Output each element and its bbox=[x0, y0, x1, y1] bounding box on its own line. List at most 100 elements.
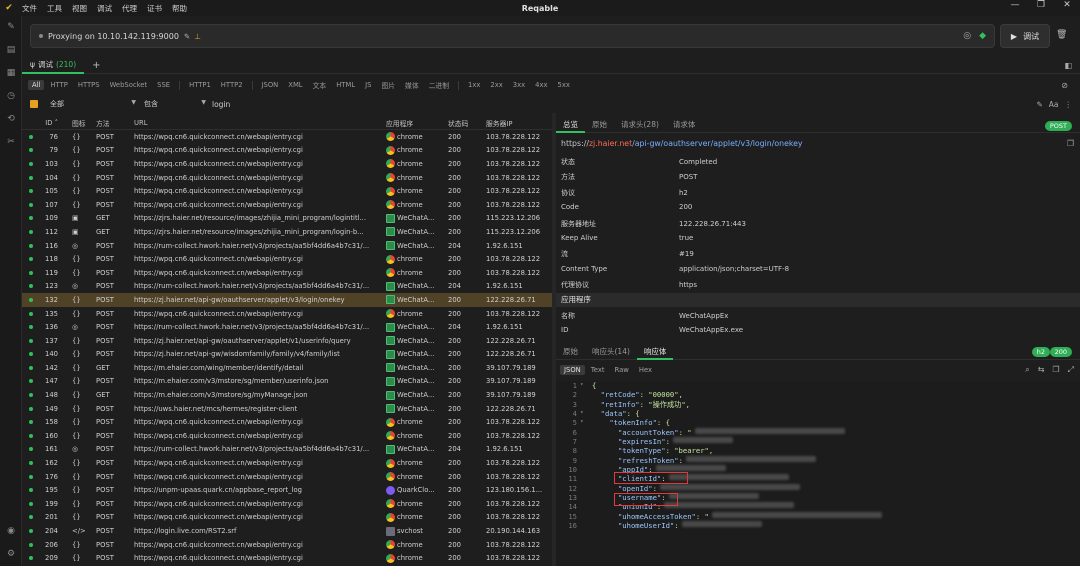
tab-response-headers[interactable]: 响应头(14) bbox=[585, 344, 637, 360]
edit-icon[interactable]: ✎ bbox=[184, 32, 190, 41]
table-row[interactable]: 160 {} POST https://wpq.cn6.quickconnect.cn… bbox=[22, 429, 552, 443]
fold-icon[interactable] bbox=[580, 390, 592, 399]
fold-icon[interactable]: ▾ bbox=[580, 409, 592, 418]
menu-view[interactable]: 视图 bbox=[72, 3, 87, 14]
fold-icon[interactable] bbox=[580, 446, 592, 455]
filter-html[interactable]: HTML bbox=[332, 80, 359, 90]
table-row[interactable]: 76 {} POST https://wpq.cn6.quickconnect.cn/… bbox=[22, 130, 552, 144]
table-row[interactable]: 136 ◎ POST https://rum-collect.hwork.haier.… bbox=[22, 320, 552, 334]
tab-response-raw[interactable]: 原始 bbox=[556, 344, 585, 360]
table-row[interactable]: 116 ◎ POST https://rum-collect.hwork.haier.… bbox=[22, 239, 552, 253]
table-row[interactable]: 112 ▣ GET https://zjrs.haier.net/resource/i… bbox=[22, 225, 552, 239]
split-view-icon[interactable]: ◧ bbox=[1064, 61, 1072, 70]
filter-websocket[interactable]: WebSocket bbox=[106, 80, 152, 90]
scope-select[interactable]: 全部 ▼ bbox=[50, 99, 136, 109]
tab-overview[interactable]: 总览 bbox=[556, 117, 585, 133]
table-row[interactable]: 209 {} POST https://wpq.cn6.quickconnect.cn… bbox=[22, 551, 552, 565]
filter-http1[interactable]: HTTP1 bbox=[185, 80, 215, 90]
request-url[interactable]: https://zj.haier.net/api-gw/oauthserver/… bbox=[561, 139, 803, 148]
table-row[interactable]: 119 {} POST https://wpq.cn6.quickconnect.cn… bbox=[22, 266, 552, 280]
table-row[interactable]: 148 {} GET https://m.ehaier.com/v3/mstore/s… bbox=[22, 388, 552, 402]
filter-sse[interactable]: SSE bbox=[153, 80, 174, 90]
format-raw[interactable]: Raw bbox=[611, 365, 633, 375]
clear-filter-icon[interactable]: ⊘ bbox=[1057, 80, 1072, 91]
trash-icon[interactable]: 🗑 bbox=[1056, 30, 1067, 40]
history-icon[interactable]: ◷ bbox=[0, 85, 22, 108]
case-sensitive-icon[interactable]: Aa bbox=[1049, 100, 1059, 109]
tab-raw[interactable]: 原始 bbox=[585, 117, 614, 133]
table-row[interactable]: 147 {} POST https://m.ehaier.com/v3/mstore/… bbox=[22, 375, 552, 389]
filter-binary[interactable]: 二进制 bbox=[425, 79, 453, 91]
header-app[interactable]: 应用程序 bbox=[386, 118, 448, 128]
proxy-status-bar[interactable]: Proxying on 10.10.142.119:9000 ✎ ⊥ ◎ ◆ bbox=[30, 24, 995, 48]
header-status[interactable]: 状态码 bbox=[448, 118, 486, 128]
table-row[interactable]: 118 {} POST https://wpq.cn6.quickconnect.cn… bbox=[22, 252, 552, 266]
filter-3xx[interactable]: 3xx bbox=[509, 80, 529, 90]
table-row[interactable]: 109 ▣ GET https://zjrs.haier.net/resource/i… bbox=[22, 212, 552, 226]
fold-icon[interactable] bbox=[580, 502, 592, 511]
fold-icon[interactable] bbox=[580, 400, 592, 409]
menu-proxy[interactable]: 代理 bbox=[122, 3, 137, 14]
grid-icon[interactable]: ▦ bbox=[0, 62, 22, 85]
table-row[interactable]: 104 {} POST https://wpq.cn6.quickconnect.cn… bbox=[22, 171, 552, 185]
tab-request-body[interactable]: 请求体 bbox=[666, 117, 703, 133]
close-icon[interactable]: ✕ bbox=[1054, 0, 1080, 10]
account-icon[interactable]: ◉ bbox=[0, 520, 22, 543]
header-url[interactable]: URL bbox=[134, 119, 386, 127]
fold-icon[interactable] bbox=[580, 521, 592, 530]
filter-all[interactable]: All bbox=[28, 80, 45, 90]
expand-icon[interactable]: ⤢ bbox=[1068, 365, 1074, 375]
table-row[interactable]: 107 {} POST https://wpq.cn6.quickconnect.cn… bbox=[22, 198, 552, 212]
fold-icon[interactable] bbox=[580, 437, 592, 446]
regex-icon[interactable]: ✎ bbox=[1036, 100, 1042, 109]
filter-1xx[interactable]: 1xx bbox=[464, 80, 484, 90]
filter-js[interactable]: JS bbox=[361, 80, 375, 90]
box-icon[interactable]: ▤ bbox=[0, 39, 22, 62]
menu-help[interactable]: 帮助 bbox=[172, 3, 187, 14]
format-text[interactable]: Text bbox=[587, 365, 609, 375]
tools-icon[interactable]: ✂ bbox=[0, 131, 22, 154]
filter-http[interactable]: HTTP bbox=[46, 80, 71, 90]
table-row[interactable]: 201 {} POST https://wpq.cn6.quickconnect.cn… bbox=[22, 511, 552, 525]
filter-http2[interactable]: HTTP2 bbox=[217, 80, 247, 90]
maximize-icon[interactable]: ❐ bbox=[1028, 0, 1054, 10]
pin-icon[interactable]: ⊥ bbox=[194, 32, 201, 41]
filter-image[interactable]: 图片 bbox=[377, 79, 399, 91]
tab-response-body[interactable]: 响应体 bbox=[636, 344, 674, 360]
fold-icon[interactable] bbox=[580, 493, 592, 502]
format-json[interactable]: JSON bbox=[560, 365, 585, 375]
menu-file[interactable]: 文件 bbox=[22, 3, 37, 14]
tab-debug-session[interactable]: ψ 调试 (210) bbox=[22, 58, 85, 74]
table-row[interactable]: 137 {} POST https://zj.haier.net/api-gw/oau… bbox=[22, 334, 552, 348]
table-row[interactable]: 103 {} POST https://wpq.cn6.quickconnect.cn… bbox=[22, 157, 552, 171]
capture-icon[interactable]: ✎ bbox=[0, 16, 22, 39]
copy-icon[interactable]: ❐ bbox=[1067, 139, 1074, 148]
menu-tools[interactable]: 工具 bbox=[47, 3, 62, 14]
table-row[interactable]: 199 {} POST https://wpq.cn6.quickconnect.cn… bbox=[22, 497, 552, 511]
table-row[interactable]: 149 {} POST https://uws.haier.net/mcs/herme… bbox=[22, 402, 552, 416]
search-icon[interactable]: ⌕ bbox=[1025, 365, 1029, 375]
fold-icon[interactable] bbox=[580, 456, 592, 465]
fold-icon[interactable]: ▾ bbox=[580, 418, 592, 427]
table-row[interactable]: 176 {} POST https://wpq.cn6.quickconnect.cn… bbox=[22, 470, 552, 484]
table-row[interactable]: 204 </> POST https://login.live.com/RST2.sr… bbox=[22, 524, 552, 538]
fold-icon[interactable]: ▾ bbox=[580, 381, 592, 390]
settings-icon[interactable]: ⚙ bbox=[0, 543, 22, 566]
filter-4xx[interactable]: 4xx bbox=[531, 80, 551, 90]
header-server-ip[interactable]: 服务器IP bbox=[486, 118, 552, 128]
format-hex[interactable]: Hex bbox=[635, 365, 656, 375]
mode-select[interactable]: 包含 ▼ bbox=[144, 99, 206, 109]
table-row[interactable]: 162 {} POST https://wpq.cn6.quickconnect.cn… bbox=[22, 456, 552, 470]
debug-button[interactable]: ▶ 调试 bbox=[1000, 24, 1050, 48]
shield-icon[interactable]: ◆ bbox=[979, 31, 986, 41]
table-row[interactable]: 123 ◎ POST https://rum-collect.hwork.haier.… bbox=[22, 280, 552, 294]
rewrite-icon[interactable]: ⟲ bbox=[0, 108, 22, 131]
wrap-icon[interactable]: ⇆ bbox=[1038, 365, 1045, 375]
menu-cert[interactable]: 证书 bbox=[147, 3, 162, 14]
add-tab-icon[interactable]: + bbox=[92, 60, 100, 71]
table-row[interactable]: 161 ◎ POST https://rum-collect.hwork.haier.… bbox=[22, 443, 552, 457]
table-row[interactable]: 206 {} POST https://wpq.cn6.quickconnect.cn… bbox=[22, 538, 552, 552]
search-input[interactable]: login bbox=[212, 100, 230, 109]
highlight-color-icon[interactable] bbox=[30, 100, 38, 108]
fold-icon[interactable] bbox=[580, 512, 592, 521]
